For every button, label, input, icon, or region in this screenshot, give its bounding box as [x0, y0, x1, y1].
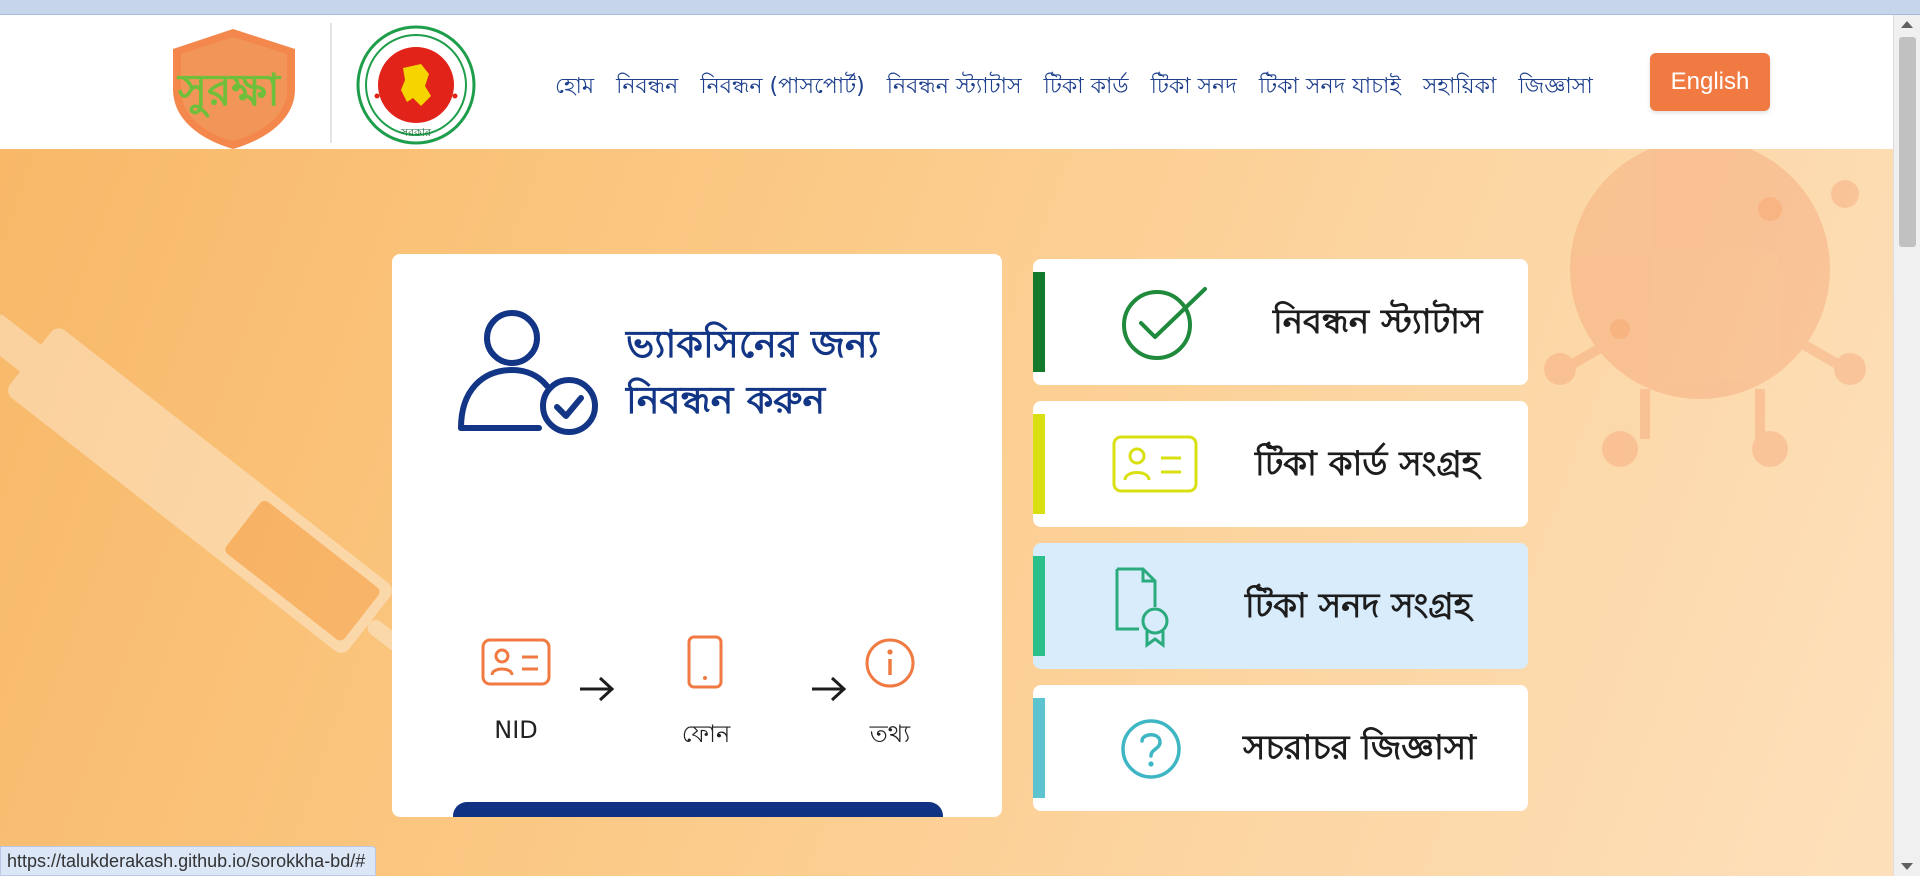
- site-header: সুরক্ষা সরকার হোম নিবন্ধন নিবন্ধন (পাসপো…: [0, 15, 1893, 149]
- card-accent: [1033, 272, 1045, 372]
- govt-seal-icon: সরকার: [356, 25, 476, 145]
- question-circle-icon: [1121, 719, 1181, 779]
- nav-registration-passport[interactable]: নিবন্ধন (পাসপোর্ট): [689, 69, 875, 106]
- svg-text:সরকার: সরকার: [400, 126, 432, 139]
- vertical-scrollbar[interactable]: [1893, 15, 1920, 876]
- nav-home[interactable]: হোম: [544, 69, 605, 106]
- card-label: টিকা কার্ড সংগ্রহ: [1255, 444, 1480, 484]
- card-accent: [1033, 556, 1045, 656]
- scroll-up-icon[interactable]: [1901, 21, 1913, 28]
- registration-title-line2: নিবন্ধন করুন: [626, 377, 826, 422]
- card-label: নিবন্ধন স্ট্যাটাস: [1273, 302, 1483, 342]
- virus-illustration: [1544, 149, 1866, 467]
- scrollbar-thumb[interactable]: [1899, 37, 1916, 247]
- card-faq[interactable]: সচরাচর জিজ্ঞাসা: [1033, 685, 1528, 811]
- card-accent: [1033, 698, 1045, 798]
- card-accent: [1033, 414, 1045, 514]
- id-card-icon: [481, 638, 551, 686]
- shield-logo-icon: সুরক্ষা: [173, 29, 295, 149]
- status-bar-url: https://talukderakash.github.io/sorokkha…: [0, 846, 377, 876]
- phone-icon: [687, 635, 723, 689]
- nav-help[interactable]: সহায়িকা: [1412, 69, 1508, 106]
- arrow-right-icon: [812, 676, 847, 702]
- logo-divider: [330, 23, 332, 143]
- govt-seal-logo[interactable]: সরকার: [355, 24, 477, 146]
- nav-vaccine-certificate[interactable]: টিকা সনদ: [1140, 69, 1248, 106]
- id-card-icon: [1112, 435, 1198, 493]
- registration-title: ভ্যাকসিনের জন্য নিবন্ধন করুন: [626, 316, 966, 428]
- step-label-phone: ফোন: [681, 720, 731, 748]
- card-label: টিকা সনদ সংগ্রহ: [1245, 586, 1472, 626]
- user-check-icon: [458, 310, 598, 435]
- card-registration-status[interactable]: নিবন্ধন স্ট্যাটাস: [1033, 259, 1528, 385]
- nav-registration[interactable]: নিবন্ধন: [605, 69, 689, 106]
- registration-submit-button[interactable]: [453, 802, 943, 817]
- language-toggle-button[interactable]: English: [1650, 53, 1770, 111]
- registration-card[interactable]: ভ্যাকসিনের জন্য নিবন্ধন করুন NID ফোন তথ্…: [392, 254, 1002, 817]
- card-label: সচরাচর জিজ্ঞাসা: [1243, 728, 1477, 768]
- arrow-right-icon: [580, 676, 615, 702]
- certificate-icon: [1115, 567, 1169, 648]
- step-label-nid: NID: [494, 716, 538, 744]
- browser-top-bar: [0, 0, 1920, 15]
- nav-vaccine-card[interactable]: টিকা কার্ড: [1033, 69, 1140, 106]
- check-circle-icon: [1122, 287, 1207, 360]
- suroksha-logo[interactable]: সুরক্ষা: [155, 27, 303, 149]
- registration-title-line1: ভ্যাকসিনের জন্য: [626, 321, 879, 366]
- step-label-info: তথ্য: [869, 720, 911, 748]
- main-nav: হোম নিবন্ধন নিবন্ধন (পাসপোর্ট) নিবন্ধন স…: [544, 67, 1604, 107]
- nav-certificate-verify[interactable]: টিকা সনদ যাচাই: [1248, 69, 1412, 106]
- logo-text: সুরক্ষা: [176, 65, 282, 117]
- card-vaccine-certificate[interactable]: টিকা সনদ সংগ্রহ: [1033, 543, 1528, 669]
- card-vaccine-card[interactable]: টিকা কার্ড সংগ্রহ: [1033, 401, 1528, 527]
- info-icon: [865, 638, 915, 688]
- hero-section: ভ্যাকসিনের জন্য নিবন্ধন করুন NID ফোন তথ্…: [0, 149, 1893, 876]
- nav-faq[interactable]: জিজ্ঞাসা: [1507, 69, 1603, 106]
- nav-registration-status[interactable]: নিবন্ধন স্ট্যাটাস: [876, 69, 1033, 106]
- scroll-down-icon[interactable]: [1901, 863, 1913, 870]
